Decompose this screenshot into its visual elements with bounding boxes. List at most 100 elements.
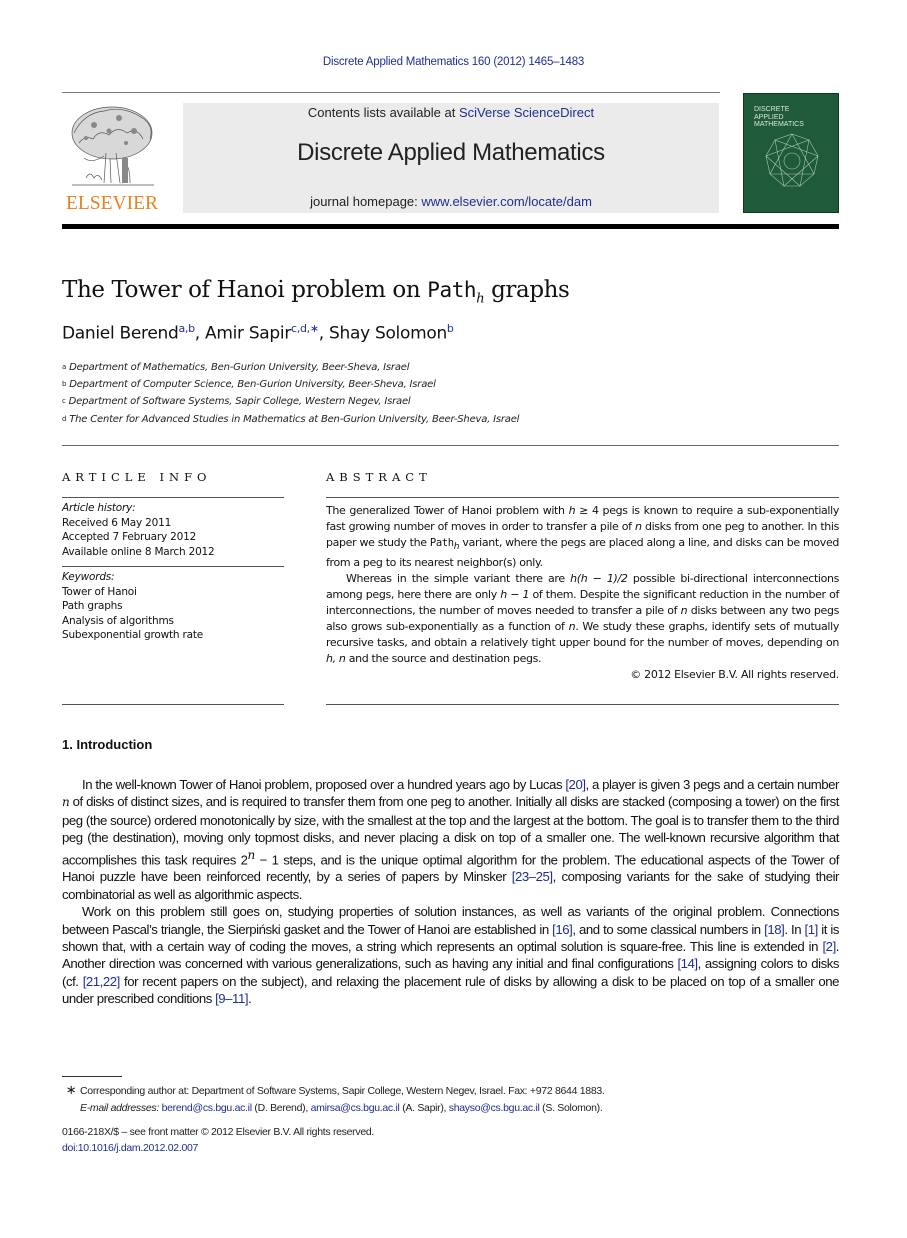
- text: The generalized Tower of Hanoi problem w…: [326, 504, 569, 517]
- journal-cover-thumbnail[interactable]: DISCRETE APPLIED MATHEMATICS: [743, 93, 839, 213]
- introduction-body: In the well-known Tower of Hanoi problem…: [62, 776, 839, 1008]
- affiliation-item: a Department of Mathematics, Ben-Gurion …: [62, 359, 519, 376]
- email-link[interactable]: amirsa@cs.bgu.ac.il: [311, 1102, 400, 1114]
- citation-link[interactable]: [21,22]: [83, 974, 121, 989]
- email-owner: (D. Berend),: [251, 1101, 311, 1114]
- abstract-paragraph: Whereas in the simple variant there are …: [326, 571, 839, 667]
- text: , a player is given 3 pegs and a certain…: [585, 777, 840, 792]
- corresponding-author-note: ∗ Corresponding author at: Department of …: [62, 1082, 839, 1100]
- abstract-copyright: © 2012 Elsevier B.V. All rights reserved…: [630, 668, 839, 682]
- corresponding-text: Corresponding author at: Department of S…: [80, 1085, 605, 1097]
- author-name: Daniel Berend: [62, 323, 179, 344]
- affiliation-mark: c: [62, 397, 66, 406]
- cover-title-line: APPLIED: [754, 113, 784, 121]
- affiliation-item: b Department of Computer Science, Ben-Gu…: [62, 376, 519, 393]
- author-separator: ,: [194, 323, 206, 344]
- title-subscript: h: [476, 291, 485, 307]
- affiliation-text: Department of Software Systems, Sapir Co…: [68, 396, 411, 408]
- abstract-text: The generalized Tower of Hanoi problem w…: [326, 498, 839, 683]
- article-info-heading: ARTICLE INFO: [62, 470, 212, 484]
- email-link[interactable]: berend@cs.bgu.ac.il: [162, 1102, 252, 1114]
- abstract-bottom-rule: [326, 704, 839, 705]
- article-history: Article history: Received 6 May 2011 Acc…: [62, 498, 284, 559]
- email-owner: (A. Sapir),: [399, 1101, 449, 1114]
- citation-link[interactable]: [18]: [764, 922, 785, 937]
- abstract-paragraph: The generalized Tower of Hanoi problem w…: [326, 503, 839, 571]
- title-path-term: Path: [427, 278, 477, 302]
- keyword-item: Analysis of algorithms: [62, 614, 174, 627]
- journal-homepage-link[interactable]: www.elsevier.com/locate/dam: [421, 194, 592, 209]
- doi-link[interactable]: doi:10.1016/j.dam.2012.02.007: [62, 1142, 198, 1154]
- journal-masthead: Contents lists available at SciVerse Sci…: [183, 103, 719, 213]
- affiliation-item: c Department of Software Systems, Sapir …: [62, 393, 519, 410]
- elsevier-wordmark: ELSEVIER: [65, 193, 159, 214]
- affiliation-mark: b: [62, 380, 67, 389]
- body-paragraph: In the well-known Tower of Hanoi problem…: [62, 776, 839, 903]
- asterisk-mark: ∗: [65, 1082, 77, 1097]
- homepage-prefix: journal homepage:: [310, 194, 422, 209]
- author-affiliation-link[interactable]: c,d,∗: [291, 322, 319, 335]
- citation-link[interactable]: [23–25]: [512, 869, 553, 884]
- journal-title: Discrete Applied Mathematics: [297, 139, 605, 166]
- citation-link[interactable]: [2]: [822, 939, 836, 954]
- body-paragraph: Work on this problem still goes on, stud…: [62, 903, 839, 1007]
- abstract-heading: ABSTRACT: [326, 470, 432, 484]
- header-rule: [62, 92, 720, 93]
- title-text: The Tower of Hanoi problem on: [62, 277, 428, 303]
- email-owner: (S. Solomon).: [539, 1101, 603, 1114]
- text: and the source and destination pegs.: [345, 652, 542, 666]
- affiliations-rule: [62, 445, 839, 446]
- cover-title-line: DISCRETE: [754, 106, 790, 113]
- keywords: Keywords: Tower of Hanoi Path graphs Ana…: [62, 567, 284, 643]
- history-received: Received 6 May 2011: [62, 516, 172, 529]
- text: In the well-known Tower of Hanoi problem…: [82, 777, 566, 792]
- contents-line: Contents lists available at SciVerse Sci…: [183, 105, 719, 120]
- cover-title-line: MATHEMATICS: [754, 121, 804, 128]
- article-info: ARTICLE INFO Article history: Received 6…: [62, 470, 284, 643]
- math: n: [634, 520, 642, 533]
- author-name: Amir Sapir: [205, 323, 292, 344]
- email-addresses: E-mail addresses: berend@cs.bgu.ac.il (D…: [62, 1100, 839, 1117]
- paper-title: The Tower of Hanoi problem on Pathh grap…: [62, 277, 570, 307]
- email-label: E-mail addresses:: [80, 1101, 162, 1114]
- article-info-bottom-rule: [62, 704, 284, 705]
- author-affiliation-link[interactable]: a,b: [178, 322, 195, 335]
- keywords-label: Keywords:: [62, 571, 115, 583]
- affiliation-text: Department of Mathematics, Ben-Gurion Un…: [69, 362, 410, 373]
- author-separator: ,: [318, 323, 330, 344]
- history-accepted: Accepted 7 February 2012: [62, 531, 197, 543]
- header-thick-rule: [62, 224, 839, 229]
- polygon-graph-icon: [765, 133, 819, 187]
- math: h, n: [326, 652, 346, 666]
- citation-link[interactable]: [16]: [552, 922, 573, 937]
- elsevier-logo[interactable]: ELSEVIER: [62, 103, 162, 215]
- math: h(h − 1)/2: [570, 572, 628, 586]
- keyword-item: Subexponential growth rate: [62, 629, 204, 641]
- email-link[interactable]: shayso@cs.bgu.ac.il: [449, 1102, 540, 1114]
- abstract: ABSTRACT The generalized Tower of Hanoi …: [326, 470, 839, 683]
- front-matter-text: 0166-218X/$ – see front matter © 2012 El…: [62, 1126, 375, 1138]
- citation-link[interactable]: [14]: [677, 956, 698, 971]
- affiliation-text: Department of Computer Science, Ben-Guri…: [69, 379, 436, 391]
- text: , and to some classical numbers in: [572, 921, 765, 937]
- text: .: [248, 991, 252, 1007]
- cover-title: DISCRETE APPLIED MATHEMATICS: [754, 106, 804, 129]
- affiliation-item: d The Center for Advanced Studies in Mat…: [62, 411, 519, 428]
- affiliation-text: The Center for Advanced Studies in Mathe…: [69, 413, 520, 425]
- sciencedirect-link[interactable]: SciVerse ScienceDirect: [459, 105, 594, 120]
- footnotes: ∗ Corresponding author at: Department of …: [62, 1082, 839, 1116]
- citation-link[interactable]: [1]: [805, 922, 819, 937]
- keyword-item: Path graphs: [62, 600, 123, 612]
- affiliation-mark: a: [62, 363, 67, 371]
- footnote-rule: [62, 1076, 122, 1077]
- contents-prefix: Contents lists available at: [307, 105, 459, 120]
- citation-link[interactable]: [20]: [565, 777, 586, 792]
- citation-link[interactable]: [9–11]: [215, 991, 248, 1006]
- homepage-line: journal homepage: www.elsevier.com/locat…: [183, 194, 719, 209]
- affiliation-list: a Department of Mathematics, Ben-Gurion …: [62, 359, 519, 428]
- keyword-item: Tower of Hanoi: [62, 585, 137, 598]
- author-affiliation-link[interactable]: b: [447, 322, 454, 335]
- journal-reference-link[interactable]: Discrete Applied Mathematics 160 (2012) …: [0, 56, 907, 68]
- elsevier-tree-icon: [71, 106, 154, 186]
- author-list: Daniel Berenda,b, Amir Sapirc,d,∗, Shay …: [62, 322, 454, 344]
